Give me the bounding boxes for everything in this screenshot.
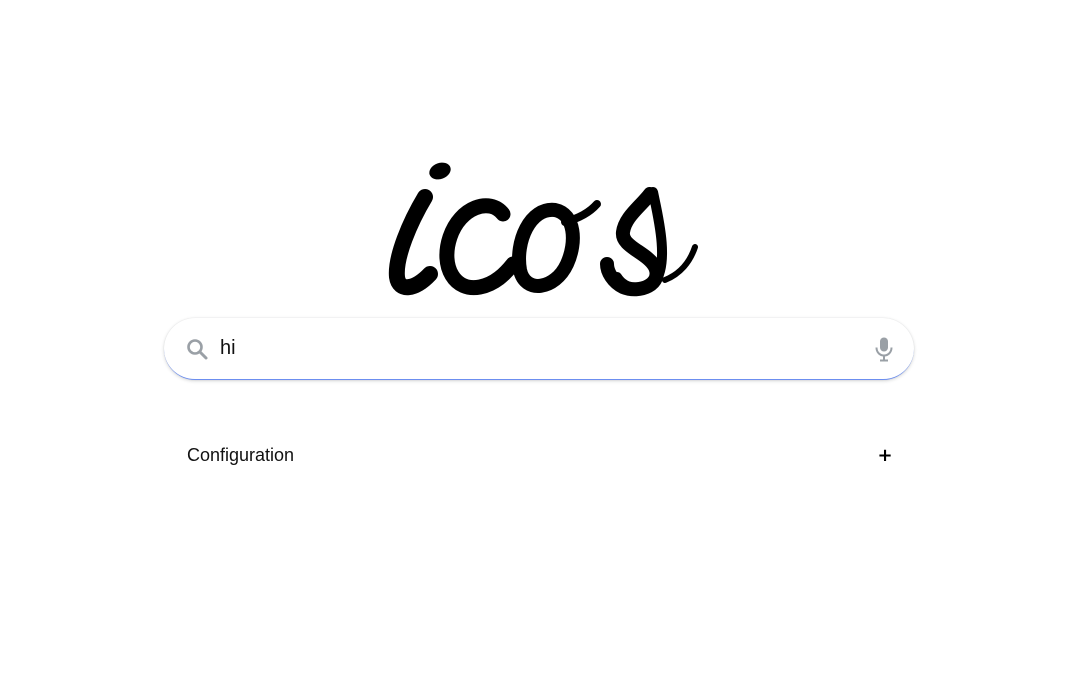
expand-configuration-button[interactable]: + xyxy=(870,441,900,471)
start-page: Configuration + xyxy=(0,0,1090,690)
search-box xyxy=(164,318,914,380)
configuration-label: Configuration xyxy=(187,445,295,465)
mic-icon[interactable] xyxy=(873,336,895,362)
search-icon xyxy=(187,339,208,360)
search-input[interactable] xyxy=(220,332,860,364)
configuration-section[interactable]: Configuration + xyxy=(164,432,914,480)
logo xyxy=(388,162,698,297)
